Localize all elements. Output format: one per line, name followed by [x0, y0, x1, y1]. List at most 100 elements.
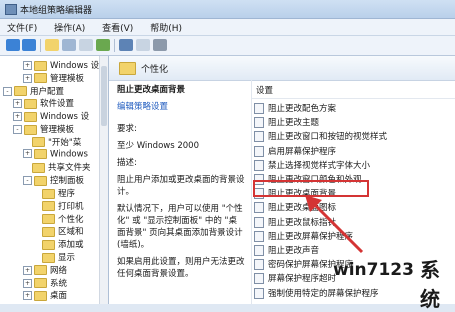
menu-bar: 文件(F) 操作(A) 查看(V) 帮助(H) — [0, 19, 455, 36]
folder-icon — [42, 214, 55, 225]
filter-icon[interactable] — [153, 39, 167, 51]
tree-item[interactable]: 共享文件夹 — [23, 161, 91, 173]
tree-expander-icon[interactable]: + — [13, 99, 22, 109]
menu-file[interactable]: 文件(F) — [0, 19, 44, 34]
policy-setting-icon — [254, 287, 264, 299]
forward-icon[interactable] — [22, 39, 36, 51]
tree-scrollbar[interactable] — [99, 56, 108, 304]
tree-item-label: 控制面板 — [50, 176, 85, 187]
folder-icon — [32, 137, 45, 148]
policy-setting-icon — [254, 245, 264, 256]
scroll-thumb[interactable] — [101, 66, 107, 126]
tree-item-label: Windows 设 — [50, 61, 100, 71]
tree-expander-icon[interactable]: + — [23, 73, 32, 83]
folder-icon — [34, 278, 47, 289]
window-title: 本地组策略编辑器 — [20, 6, 93, 16]
description-panel: 阻止更改桌面背景 编辑策略设置 要求: 至少 Windows 2000 描述: … — [117, 84, 245, 285]
tree-item[interactable]: + 桌面 — [23, 289, 68, 302]
setting-row[interactable]: 禁止选择视觉样式字体大小 — [254, 159, 454, 171]
setting-label: 禁止选择视觉样式字体大小 — [268, 160, 371, 171]
tree-item[interactable]: + 网络 — [23, 264, 67, 276]
policy-setting-icon — [254, 159, 264, 171]
folder-icon — [119, 62, 136, 75]
toolbar-separator — [114, 39, 115, 52]
folder-icon — [42, 239, 55, 250]
tree-expander-icon[interactable]: + — [23, 61, 32, 70]
navigation-tree: + Windows 设 + 管理模板 - 用户配置 + 软件设置 + Windows 设 - 管理模板… — [0, 56, 109, 304]
folder-icon — [42, 188, 55, 199]
description-label: 描述: — [117, 158, 137, 168]
menu-help[interactable]: 帮助(H) — [143, 19, 189, 34]
tree-item-label: "开始"菜 — [48, 137, 82, 148]
tree-item-label: 桌面 — [50, 291, 68, 302]
setting-row[interactable]: 启用屏幕保护程序 — [254, 145, 454, 157]
edit-policy-link[interactable]: 编辑策略设置 — [117, 102, 168, 112]
setting-label: 阻止更改配色方案 — [268, 104, 337, 114]
folder-icon — [42, 252, 55, 263]
tree-item[interactable]: "开始"菜 — [23, 136, 82, 148]
tree-item[interactable]: + 管理模板 — [23, 72, 85, 84]
settings-column-header[interactable]: 设置 — [252, 84, 455, 99]
tree-expander-icon[interactable]: + — [23, 291, 32, 301]
tree-item[interactable]: + Windows 设 — [23, 59, 100, 71]
folder-icon — [34, 175, 47, 186]
policy-setting-icon — [254, 103, 264, 114]
policy-setting-icon — [254, 117, 264, 129]
setting-row[interactable]: 阻止更改配色方案 — [254, 102, 454, 114]
properties-icon[interactable] — [79, 39, 93, 51]
back-icon[interactable] — [6, 39, 20, 51]
setting-row[interactable]: 阻止更改主题 — [254, 116, 454, 129]
tree-expander-icon[interactable]: + — [23, 265, 32, 275]
tree-item[interactable]: + Windows — [23, 148, 88, 160]
tree-item-label: Windows 设 — [40, 112, 90, 123]
folder-icon — [34, 73, 47, 84]
menu-action[interactable]: 操作(A) — [47, 19, 92, 34]
up-folder-icon[interactable] — [45, 39, 59, 51]
tree-item[interactable]: - 用户配置 — [3, 85, 64, 97]
tree-item[interactable]: 个性化 — [33, 213, 84, 225]
tree-item-label: 区域和 — [58, 227, 84, 238]
tree-expander-icon[interactable]: - — [3, 86, 12, 96]
tree-item[interactable]: 显示 — [33, 251, 75, 263]
policy-setting-icon — [254, 145, 264, 157]
tree-expander-icon[interactable]: - — [23, 176, 32, 186]
tree-expander-icon[interactable]: + — [13, 112, 22, 122]
tree-item[interactable]: + 系统 — [23, 277, 68, 289]
policy-setting-icon — [254, 216, 264, 228]
description-text: 阻止用户添加或更改桌面的背景设计。 — [117, 175, 245, 197]
requirement-label: 要求: — [117, 124, 137, 134]
help-icon[interactable] — [119, 39, 133, 51]
show-tree-icon[interactable] — [62, 39, 76, 51]
watermark-cn: 系统 — [420, 258, 440, 311]
tree-expander-icon[interactable]: - — [13, 125, 22, 134]
policy-setting-icon — [254, 230, 264, 242]
tree-expander-icon[interactable]: + — [23, 278, 32, 288]
setting-label: 屏幕保护程序超时 — [268, 274, 337, 285]
tree-expander-icon[interactable]: + — [23, 149, 32, 159]
tree-item[interactable]: + Windows 设 — [13, 110, 90, 123]
content-header: 个性化 — [109, 56, 455, 81]
tree-item-label: 系统 — [50, 278, 68, 289]
policy-setting-icon — [254, 259, 264, 271]
tree-item-label: 管理模板 — [50, 73, 85, 84]
folder-icon — [32, 162, 45, 173]
setting-label: 强制使用特定的屏幕保护程序 — [268, 288, 379, 299]
tree-item-label: 添加或 — [58, 240, 84, 251]
tree-item[interactable]: - 控制面板 — [23, 174, 85, 187]
folder-icon — [24, 98, 37, 109]
menu-view[interactable]: 查看(V) — [95, 19, 140, 34]
export-list-icon[interactable] — [96, 39, 110, 51]
setting-label: 启用屏幕保护程序 — [268, 146, 337, 157]
watermark-url: win7123 — [333, 260, 414, 280]
tree-item[interactable]: 区域和 — [33, 225, 84, 238]
requirement-value: 至少 Windows 2000 — [117, 141, 199, 151]
tree-item[interactable]: + 软件设置 — [13, 97, 74, 109]
tree-item[interactable]: 程序 — [33, 187, 75, 199]
tree-item[interactable]: - 管理模板 — [13, 123, 74, 135]
setting-row[interactable]: 阻止更改窗口和按钮的视觉样式 — [254, 130, 454, 143]
policy-setting-icon — [254, 131, 264, 143]
view-icon[interactable] — [136, 39, 150, 51]
title-bar: 本地组策略编辑器 — [0, 0, 455, 19]
tree-item[interactable]: 添加或 — [33, 238, 84, 251]
tree-item[interactable]: 打印机 — [33, 200, 84, 212]
